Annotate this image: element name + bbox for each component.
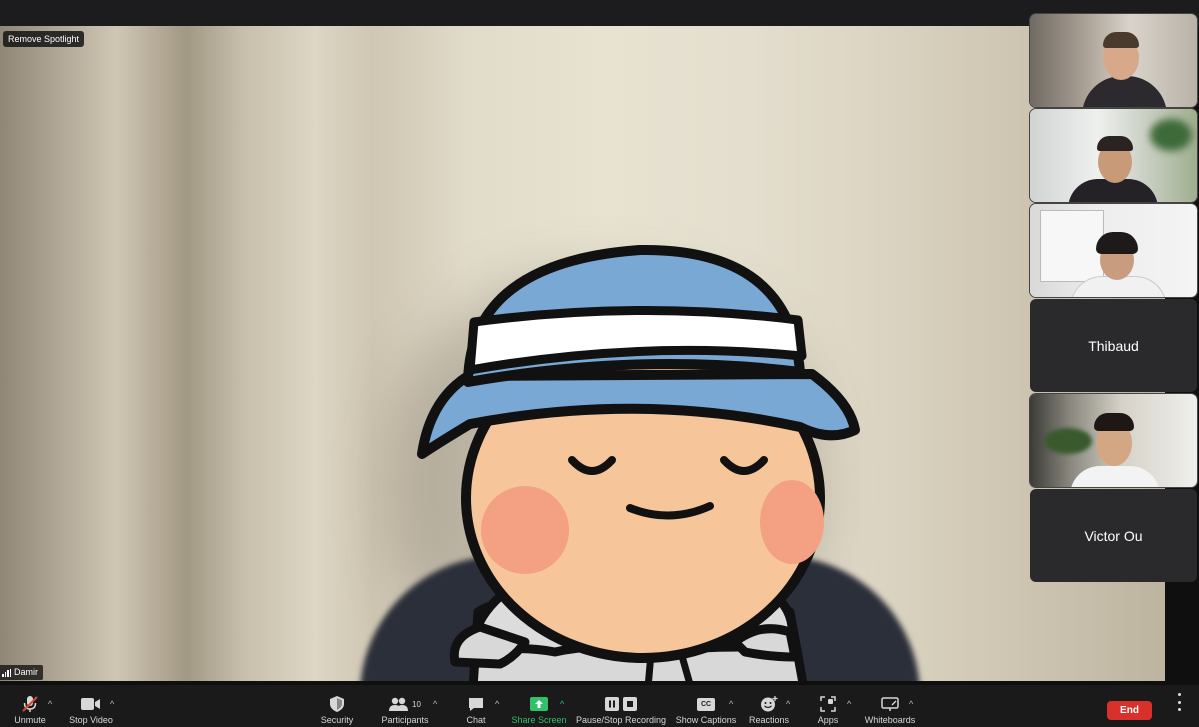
apps-icon xyxy=(820,695,836,713)
show-captions-label: Show Captions xyxy=(675,715,737,725)
share-options-caret[interactable]: ^ xyxy=(560,699,564,709)
zoom-meeting-window: Remove Spotlight Damir Thibaud Victor Ou… xyxy=(0,0,1199,727)
apps-button[interactable]: Apps xyxy=(814,685,842,727)
audio-options-caret[interactable]: ^ xyxy=(48,699,52,709)
muted-microphone-icon xyxy=(21,695,39,713)
share-screen-icon xyxy=(530,695,548,713)
stop-video-button[interactable]: Stop Video xyxy=(66,685,116,727)
participants-icon: 10 xyxy=(389,695,421,713)
participants-options-caret[interactable]: ^ xyxy=(433,699,437,709)
whiteboard-icon xyxy=(881,695,899,713)
apps-options-caret[interactable]: ^ xyxy=(847,699,851,709)
share-screen-label: Share Screen xyxy=(511,715,567,725)
remove-spotlight-button[interactable]: Remove Spotlight xyxy=(3,31,85,47)
captions-options-caret[interactable]: ^ xyxy=(729,699,733,709)
participant-hair xyxy=(1103,32,1139,48)
recording-controls-button[interactable]: Pause/Stop Recording xyxy=(576,685,666,727)
chat-label: Chat xyxy=(466,715,486,725)
participants-button[interactable]: 10 Participants xyxy=(380,685,430,727)
unmute-label: Unmute xyxy=(14,715,46,725)
chat-bubble-icon xyxy=(468,695,484,713)
participant-name: Thibaud xyxy=(1088,337,1139,354)
speaker-name: Damir xyxy=(14,667,38,677)
participant-name: Victor Ou xyxy=(1084,527,1143,544)
whiteboards-label: Whiteboards xyxy=(864,715,916,725)
captions-badge: CC xyxy=(697,697,715,711)
spotlight-video[interactable]: Remove Spotlight Damir xyxy=(0,26,1165,681)
chat-button[interactable]: Chat xyxy=(462,685,490,727)
participant-tile-no-video[interactable]: Thibaud xyxy=(1030,299,1197,392)
unmute-button[interactable]: Unmute xyxy=(10,685,50,727)
participant-hair xyxy=(1096,232,1138,254)
signal-strength-icon xyxy=(2,668,11,677)
participant-tile[interactable] xyxy=(1030,204,1197,297)
stop-video-label: Stop Video xyxy=(69,715,113,725)
participant-hair xyxy=(1094,413,1134,431)
participant-tile[interactable] xyxy=(1030,109,1197,202)
smiley-plus-icon xyxy=(760,695,778,713)
shield-icon xyxy=(330,695,344,713)
video-options-caret[interactable]: ^ xyxy=(110,699,114,709)
chat-options-caret[interactable]: ^ xyxy=(495,699,499,709)
participant-tile[interactable] xyxy=(1030,394,1197,487)
reactions-options-caret[interactable]: ^ xyxy=(786,699,790,709)
share-screen-button[interactable]: Share Screen xyxy=(511,685,567,727)
end-meeting-button[interactable]: End xyxy=(1107,701,1152,720)
recording-label: Pause/Stop Recording xyxy=(575,715,667,725)
participants-label: Participants xyxy=(381,715,429,725)
participant-tile[interactable] xyxy=(1030,14,1197,107)
background-plant xyxy=(1150,119,1192,151)
closed-captions-icon: CC xyxy=(697,695,715,713)
speaker-name-tag: Damir xyxy=(0,665,43,680)
security-button[interactable]: Security xyxy=(316,685,358,727)
security-label: Security xyxy=(320,715,354,725)
background-plant xyxy=(1044,428,1092,454)
participant-tile-no-video[interactable]: Victor Ou xyxy=(1030,489,1197,582)
window-top-bar xyxy=(0,0,1199,26)
participant-hair xyxy=(1097,136,1133,151)
reactions-button[interactable]: Reactions xyxy=(748,685,790,727)
participant-body xyxy=(1082,76,1167,107)
pause-recording-icon[interactable] xyxy=(605,697,619,711)
participant-body xyxy=(1070,466,1160,487)
apps-label: Apps xyxy=(817,715,839,725)
show-captions-button[interactable]: CC Show Captions xyxy=(675,685,737,727)
video-camera-icon xyxy=(81,695,101,713)
recording-controls-icon xyxy=(605,695,637,713)
background-whiteboard xyxy=(1040,210,1104,282)
avatar-overlay xyxy=(417,244,860,681)
whiteboards-options-caret[interactable]: ^ xyxy=(909,699,913,709)
meeting-toolbar: Unmute ^ Stop Video ^ Security 10 Partic… xyxy=(0,685,1199,727)
stop-recording-icon[interactable] xyxy=(623,697,637,711)
reactions-label: Reactions xyxy=(748,715,790,725)
more-options-icon[interactable] xyxy=(1174,693,1184,711)
participants-count: 10 xyxy=(412,699,421,709)
